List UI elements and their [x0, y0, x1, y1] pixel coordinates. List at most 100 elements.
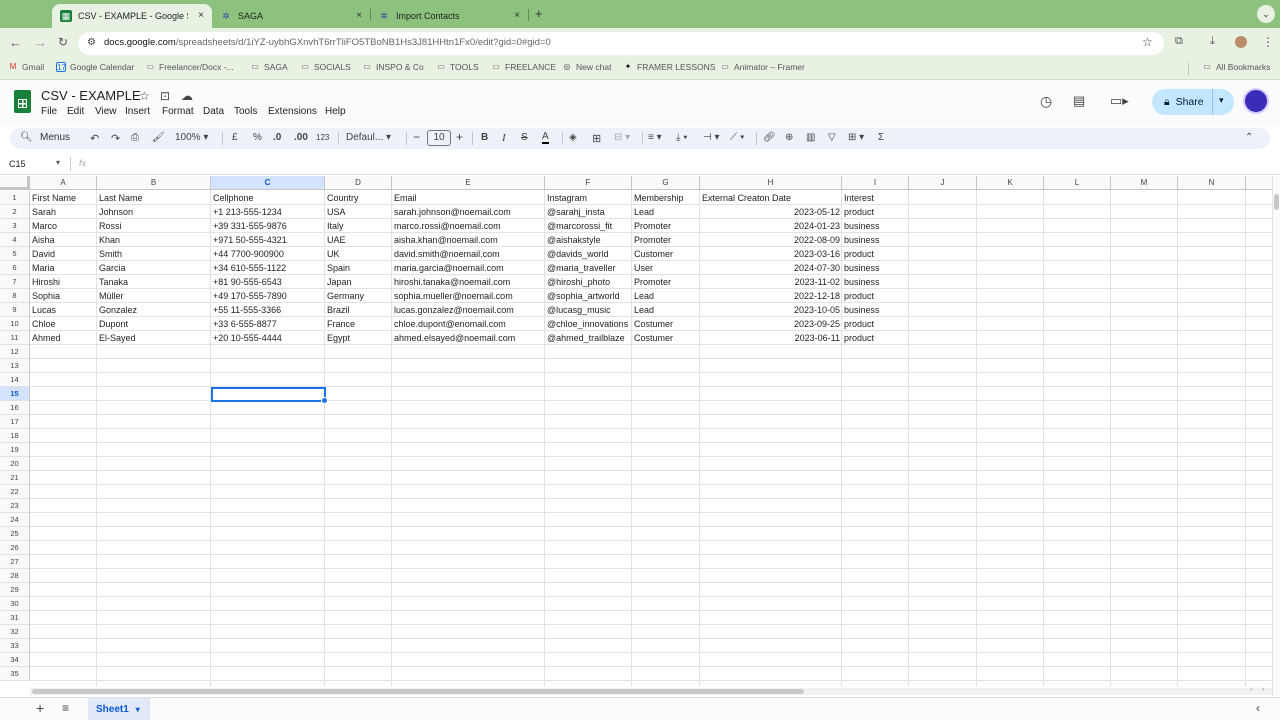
table-cell[interactable]: Dupont: [97, 317, 211, 331]
table-cell[interactable]: +20 10-555-4444: [211, 331, 325, 345]
table-cell[interactable]: Garcia: [97, 261, 211, 275]
table-cell[interactable]: Lead: [632, 205, 700, 219]
header-cell[interactable]: First Name: [30, 191, 97, 205]
row-header-14[interactable]: 14: [0, 373, 30, 387]
reload-icon[interactable]: ↻: [58, 35, 68, 49]
row-header-30[interactable]: 30: [0, 597, 30, 611]
table-cell[interactable]: aisha.khan@noemail.com: [392, 233, 545, 247]
table-cell[interactable]: +1 213-555-1234: [211, 205, 325, 219]
table-cell[interactable]: Brazil: [325, 303, 392, 317]
bookmark-socials[interactable]: ▭ SOCIALS: [300, 62, 351, 72]
borders-icon[interactable]: ⊞: [592, 132, 601, 145]
merge-cells-icon[interactable]: ⊟ ▾: [614, 132, 630, 143]
italic-icon[interactable]: I: [502, 132, 506, 144]
row-header-6[interactable]: 6: [0, 261, 30, 275]
row-header-17[interactable]: 17: [0, 415, 30, 429]
table-cell[interactable]: Sarah: [30, 205, 97, 219]
column-header-f[interactable]: F: [545, 176, 632, 190]
table-cell[interactable]: Marco: [30, 219, 97, 233]
table-cell[interactable]: France: [325, 317, 392, 331]
row-header-5[interactable]: 5: [0, 247, 30, 261]
menu-format[interactable]: Format: [162, 106, 194, 117]
table-cell[interactable]: Promoter: [632, 275, 700, 289]
table-cell[interactable]: @hiroshi_photo: [545, 275, 632, 289]
menu-tools[interactable]: Tools: [234, 106, 257, 117]
table-cell[interactable]: David: [30, 247, 97, 261]
decrease-decimal-button[interactable]: .0: [273, 132, 281, 143]
row-header-28[interactable]: 28: [0, 569, 30, 583]
menu-help[interactable]: Help: [325, 106, 346, 117]
chevron-down-icon[interactable]: ▾: [136, 705, 140, 714]
row-header-34[interactable]: 34: [0, 653, 30, 667]
table-cell[interactable]: Germany: [325, 289, 392, 303]
row-header-23[interactable]: 23: [0, 499, 30, 513]
font-select[interactable]: Defaul... ▾: [346, 132, 391, 143]
table-cell[interactable]: Maria: [30, 261, 97, 275]
filter-icon[interactable]: ▽: [828, 132, 836, 143]
text-wrap-icon[interactable]: ⊣ ▾: [703, 132, 720, 143]
table-cell[interactable]: Aisha: [30, 233, 97, 247]
column-header-d[interactable]: D: [325, 176, 392, 190]
browser-tab-import-contacts[interactable]: ✲ Import Contacts ×: [370, 4, 528, 28]
row-header-35[interactable]: 35: [0, 667, 30, 681]
table-cell[interactable]: +34 610-555-1122: [211, 261, 325, 275]
row-header-33[interactable]: 33: [0, 639, 30, 653]
table-cell[interactable]: 2023-09-25: [700, 317, 842, 331]
row-header-24[interactable]: 24: [0, 513, 30, 527]
table-cell[interactable]: @maria_traveller: [545, 261, 632, 275]
table-cell[interactable]: User: [632, 261, 700, 275]
add-sheet-icon[interactable]: +: [36, 700, 44, 716]
table-cell[interactable]: @marcorossi_fit: [545, 219, 632, 233]
table-cell[interactable]: @aishakstyle: [545, 233, 632, 247]
column-header-l[interactable]: L: [1044, 176, 1111, 190]
sheet-tab-sheet1[interactable]: Sheet1 ▾: [88, 698, 150, 720]
table-cell[interactable]: product: [842, 289, 909, 303]
table-cell[interactable]: Ahmed: [30, 331, 97, 345]
column-header-n[interactable]: N: [1178, 176, 1246, 190]
fill-color-icon[interactable]: ◈: [569, 132, 577, 143]
table-cell[interactable]: USA: [325, 205, 392, 219]
table-cell[interactable]: @lucasg_music: [545, 303, 632, 317]
text-color-icon[interactable]: A: [542, 132, 549, 144]
row-header-15[interactable]: 15: [0, 387, 30, 401]
extensions-icon[interactable]: ⧉: [1175, 35, 1183, 48]
selected-cell[interactable]: [211, 387, 328, 404]
table-cell[interactable]: Khan: [97, 233, 211, 247]
account-avatar[interactable]: [1243, 88, 1269, 114]
profile-avatar[interactable]: [1235, 36, 1247, 48]
bookmark-saga[interactable]: ▭ SAGA: [250, 62, 287, 72]
table-cell[interactable]: Promoter: [632, 233, 700, 247]
table-cell[interactable]: +81 90-555-6543: [211, 275, 325, 289]
table-cell[interactable]: Gonzalez: [97, 303, 211, 317]
scroll-left-icon[interactable]: ‹: [1250, 686, 1252, 693]
table-cell[interactable]: @ahmed_trailblaze: [545, 331, 632, 345]
paint-format-icon[interactable]: 🖌︎: [152, 132, 165, 143]
close-tab-icon[interactable]: ×: [356, 10, 362, 21]
column-header-g[interactable]: G: [632, 176, 700, 190]
star-icon[interactable]: ☆: [139, 89, 150, 103]
table-cell[interactable]: +39 331-555-9876: [211, 219, 325, 233]
bookmark-freelance[interactable]: ▭ FREELANCE: [491, 62, 556, 72]
table-cell[interactable]: +33 6-555-8877: [211, 317, 325, 331]
close-tab-icon[interactable]: ×: [198, 10, 204, 21]
menu-insert[interactable]: Insert: [125, 106, 150, 117]
column-header-k[interactable]: K: [977, 176, 1044, 190]
row-header-32[interactable]: 32: [0, 625, 30, 639]
table-cell[interactable]: Costumer: [632, 331, 700, 345]
decrease-font-size-icon[interactable]: −: [413, 130, 420, 144]
table-cell[interactable]: 2022-12-18: [700, 289, 842, 303]
column-header-m[interactable]: M: [1111, 176, 1178, 190]
row-header-31[interactable]: 31: [0, 611, 30, 625]
row-header-11[interactable]: 11: [0, 331, 30, 345]
table-cell[interactable]: hiroshi.tanaka@noemail.com: [392, 275, 545, 289]
row-header-4[interactable]: 4: [0, 233, 30, 247]
header-cell[interactable]: Last Name: [97, 191, 211, 205]
table-cell[interactable]: product: [842, 331, 909, 345]
table-cell[interactable]: Japan: [325, 275, 392, 289]
table-cell[interactable]: +55 11-555-3366: [211, 303, 325, 317]
row-header-3[interactable]: 3: [0, 219, 30, 233]
redo-icon[interactable]: ↷: [111, 132, 120, 145]
row-header-10[interactable]: 10: [0, 317, 30, 331]
doc-title[interactable]: CSV - EXAMPLE: [41, 88, 141, 103]
table-cell[interactable]: Customer: [632, 247, 700, 261]
